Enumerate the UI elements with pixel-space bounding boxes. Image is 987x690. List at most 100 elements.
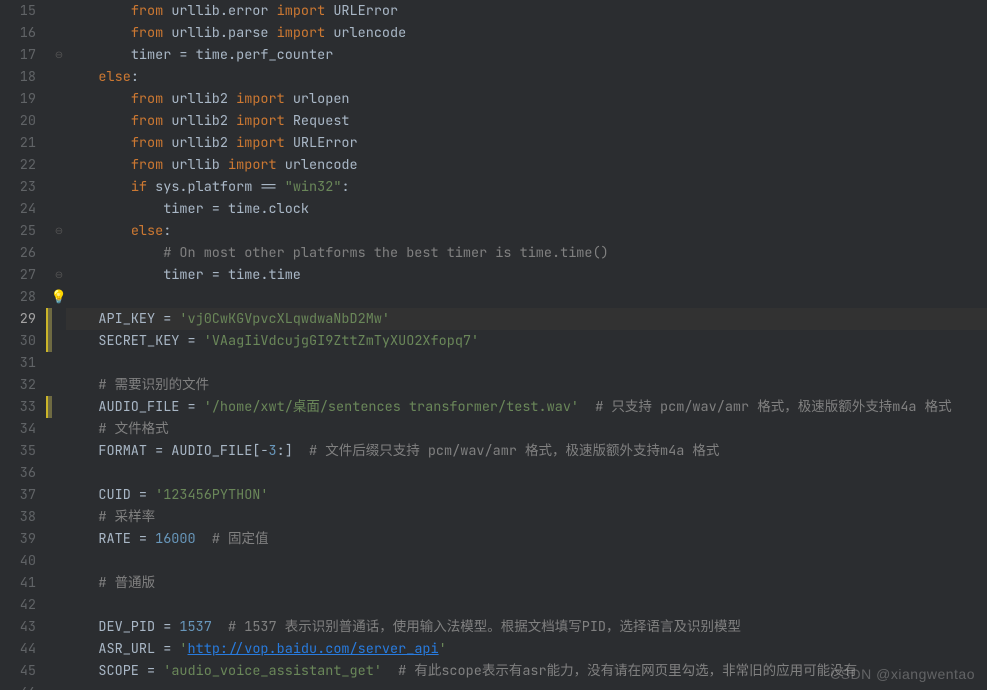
fold-handle[interactable] [52, 594, 66, 616]
code-line[interactable]: RATE = 16000 # 固定值 [66, 528, 987, 550]
fold-handle[interactable] [52, 506, 66, 528]
token-id: urllib2 [171, 134, 236, 152]
fold-handle[interactable] [52, 308, 66, 330]
watermark-text: CSDN @xiangwentao [830, 666, 975, 682]
code-area[interactable]: from urllib.error import URLError from u… [66, 0, 987, 690]
code-line[interactable]: else: [66, 66, 987, 88]
token-cm: # 文件后缀只支持 pcm/wav/amr 格式，极速版额外支持m4a 格式 [309, 442, 719, 460]
code-line[interactable]: from urllib.error import URLError [66, 0, 987, 22]
token-kw: from [131, 90, 172, 108]
code-line[interactable]: else: [66, 220, 987, 242]
token-kw: import [228, 156, 285, 174]
code-line[interactable]: SECRET_KEY = 'VAagIiVdcujgGI9ZttZmTyXUO2… [66, 330, 987, 352]
token-id: urllib.error [171, 2, 276, 20]
fold-handle[interactable] [52, 550, 66, 572]
fold-handle[interactable]: ⊖ [52, 220, 66, 242]
fold-handle[interactable] [52, 484, 66, 506]
fold-handle[interactable] [52, 176, 66, 198]
code-line[interactable] [66, 682, 987, 690]
code-line[interactable] [66, 594, 987, 616]
fold-handle[interactable] [52, 572, 66, 594]
code-line[interactable]: # 需要识别的文件 [66, 374, 987, 396]
fold-handle[interactable] [52, 418, 66, 440]
code-line[interactable]: DEV_PID = 1537 # 1537 表示识别普通话，使用输入法模型。根据… [66, 616, 987, 638]
token-kw: from [131, 156, 172, 174]
token-id: URLError [333, 2, 398, 20]
line-number: 25 [0, 220, 36, 242]
code-line[interactable]: AUDIO_FILE = '/home/xwt/桌面/sentences tra… [66, 396, 987, 418]
token-str: ' [439, 640, 447, 658]
fold-handle[interactable] [52, 110, 66, 132]
intention-bulb-icon[interactable]: 💡 [51, 286, 67, 308]
token-id: URLError [293, 134, 358, 152]
code-line[interactable]: from urllib2 import URLError [66, 132, 987, 154]
token-id: timer = time.clock [163, 200, 309, 218]
fold-handle[interactable] [52, 462, 66, 484]
fold-handle[interactable] [52, 528, 66, 550]
code-line[interactable]: # 文件格式 [66, 418, 987, 440]
fold-handle[interactable] [52, 682, 66, 690]
fold-handle[interactable] [52, 638, 66, 660]
code-line[interactable]: FORMAT = AUDIO_FILE[-3:] # 文件后缀只支持 pcm/w… [66, 440, 987, 462]
code-line[interactable]: if sys.platform == "win32": [66, 176, 987, 198]
fold-handle[interactable] [52, 132, 66, 154]
fold-handle[interactable] [52, 22, 66, 44]
token-id: :] [277, 442, 309, 460]
token-kw: import [236, 90, 293, 108]
token-id: timer = time.time [163, 266, 301, 284]
fold-handle[interactable] [52, 352, 66, 374]
token-id [212, 618, 228, 636]
code-line[interactable]: # 普通版 [66, 572, 987, 594]
fold-handle[interactable] [52, 440, 66, 462]
line-number: 38 [0, 506, 36, 528]
line-number: 18 [0, 66, 36, 88]
token-id: urlencode [333, 24, 406, 42]
code-line[interactable]: from urllib2 import urlopen [66, 88, 987, 110]
token-id: ASR_URL = [98, 640, 179, 658]
code-line[interactable]: from urllib import urlencode [66, 154, 987, 176]
token-id: FORMAT = AUDIO_FILE[- [98, 442, 268, 460]
token-id [382, 662, 398, 680]
code-editor[interactable]: 1516171819202122232425262728293031323334… [0, 0, 987, 690]
token-id: SCOPE = [98, 662, 163, 680]
code-line[interactable]: API_KEY = 'vj0CwKGVpvcXLqwdwaNbD2Mw' [66, 308, 987, 330]
fold-handle[interactable] [52, 330, 66, 352]
code-line[interactable] [66, 352, 987, 374]
line-number: 46 [0, 682, 36, 690]
fold-handle[interactable]: 💡 [52, 286, 66, 308]
code-line[interactable]: timer = time.perf_counter [66, 44, 987, 66]
fold-handle[interactable] [52, 154, 66, 176]
token-kw: import [277, 2, 334, 20]
code-line[interactable]: timer = time.clock [66, 198, 987, 220]
code-line[interactable] [66, 550, 987, 572]
token-kw: if [131, 178, 155, 196]
code-line[interactable]: ASR_URL = 'http://vop.baidu.com/server_a… [66, 638, 987, 660]
line-number: 45 [0, 660, 36, 682]
code-line[interactable]: timer = time.time [66, 264, 987, 286]
fold-handle[interactable] [52, 374, 66, 396]
token-cm: # On most other platforms the best timer… [163, 244, 609, 262]
fold-handle[interactable] [52, 242, 66, 264]
code-line[interactable]: from urllib.parse import urlencode [66, 22, 987, 44]
token-kw: import [236, 134, 293, 152]
fold-handle[interactable] [52, 616, 66, 638]
fold-handle[interactable] [52, 660, 66, 682]
code-line[interactable] [66, 462, 987, 484]
line-number: 32 [0, 374, 36, 396]
fold-handle[interactable] [52, 396, 66, 418]
code-line[interactable]: CUID = '123456PYTHON' [66, 484, 987, 506]
fold-handle[interactable]: ⊖ [52, 264, 66, 286]
code-line[interactable]: # 采样率 [66, 506, 987, 528]
code-line[interactable]: # On most other platforms the best timer… [66, 242, 987, 264]
code-line[interactable] [66, 286, 987, 308]
fold-handle[interactable] [52, 0, 66, 22]
fold-handle[interactable] [52, 88, 66, 110]
fold-handle[interactable] [52, 198, 66, 220]
code-line[interactable]: from urllib2 import Request [66, 110, 987, 132]
token-cm: # 固定值 [212, 530, 269, 548]
token-id: urllib [171, 156, 228, 174]
fold-handle[interactable]: ⊖ [52, 44, 66, 66]
fold-handle[interactable] [52, 66, 66, 88]
line-number: 29 [0, 308, 36, 330]
token-kw: from [131, 112, 172, 130]
